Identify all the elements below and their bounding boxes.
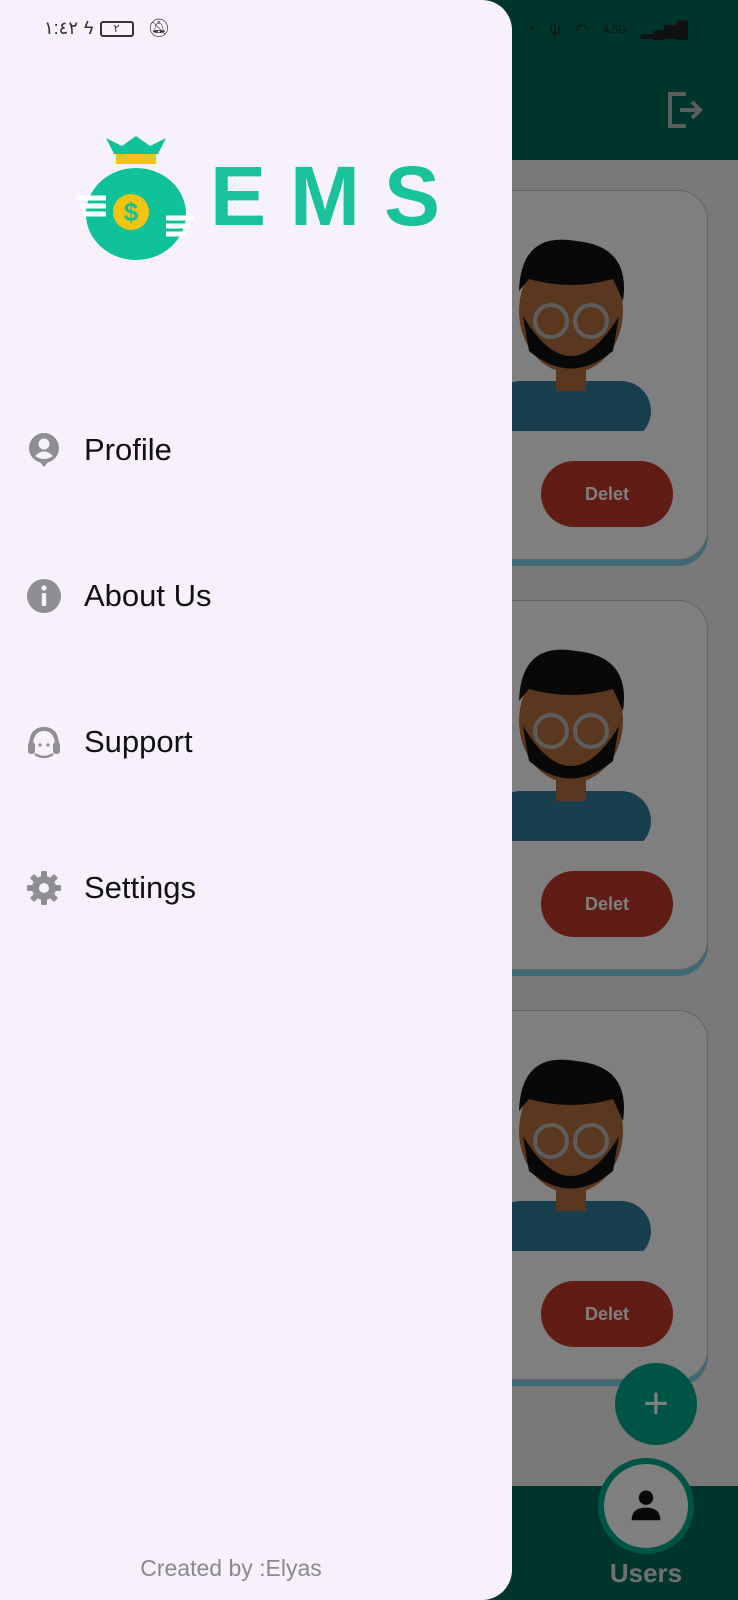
- menu-item-label: Support: [84, 724, 193, 759]
- navigation-drawer: ١:٤٢ ϟ ٢ 🔕︎ $ EMS Profile About Us Suppo…: [0, 0, 512, 1600]
- money-bag-logo-icon: $: [76, 136, 194, 260]
- gear-icon: [27, 871, 61, 905]
- charging-icon: ϟ: [84, 18, 94, 38]
- menu-item-settings[interactable]: Settings: [26, 858, 486, 918]
- menu-item-label: Settings: [84, 870, 197, 905]
- menu-item-support[interactable]: Support: [26, 712, 486, 772]
- menu-item-label: Profile: [84, 432, 172, 467]
- menu-item-about-us[interactable]: About Us: [26, 566, 486, 626]
- battery-level: ٢: [99, 20, 134, 37]
- account-circle-icon: [29, 433, 59, 467]
- headset-agent-icon: [28, 726, 60, 759]
- svg-text:$: $: [124, 197, 139, 227]
- info-icon: [27, 579, 61, 613]
- status-bar-left: ١:٤٢ ϟ ٢ 🔕︎: [44, 18, 170, 39]
- mute-notifications-icon: 🔕︎: [147, 18, 171, 38]
- status-time: ١:٤٢: [44, 18, 79, 38]
- menu-item-profile[interactable]: Profile: [26, 420, 486, 480]
- menu-item-label: About Us: [84, 578, 212, 613]
- credit-footer: Created by :Elyas: [140, 1555, 322, 1581]
- brand-name: EMS: [210, 149, 465, 243]
